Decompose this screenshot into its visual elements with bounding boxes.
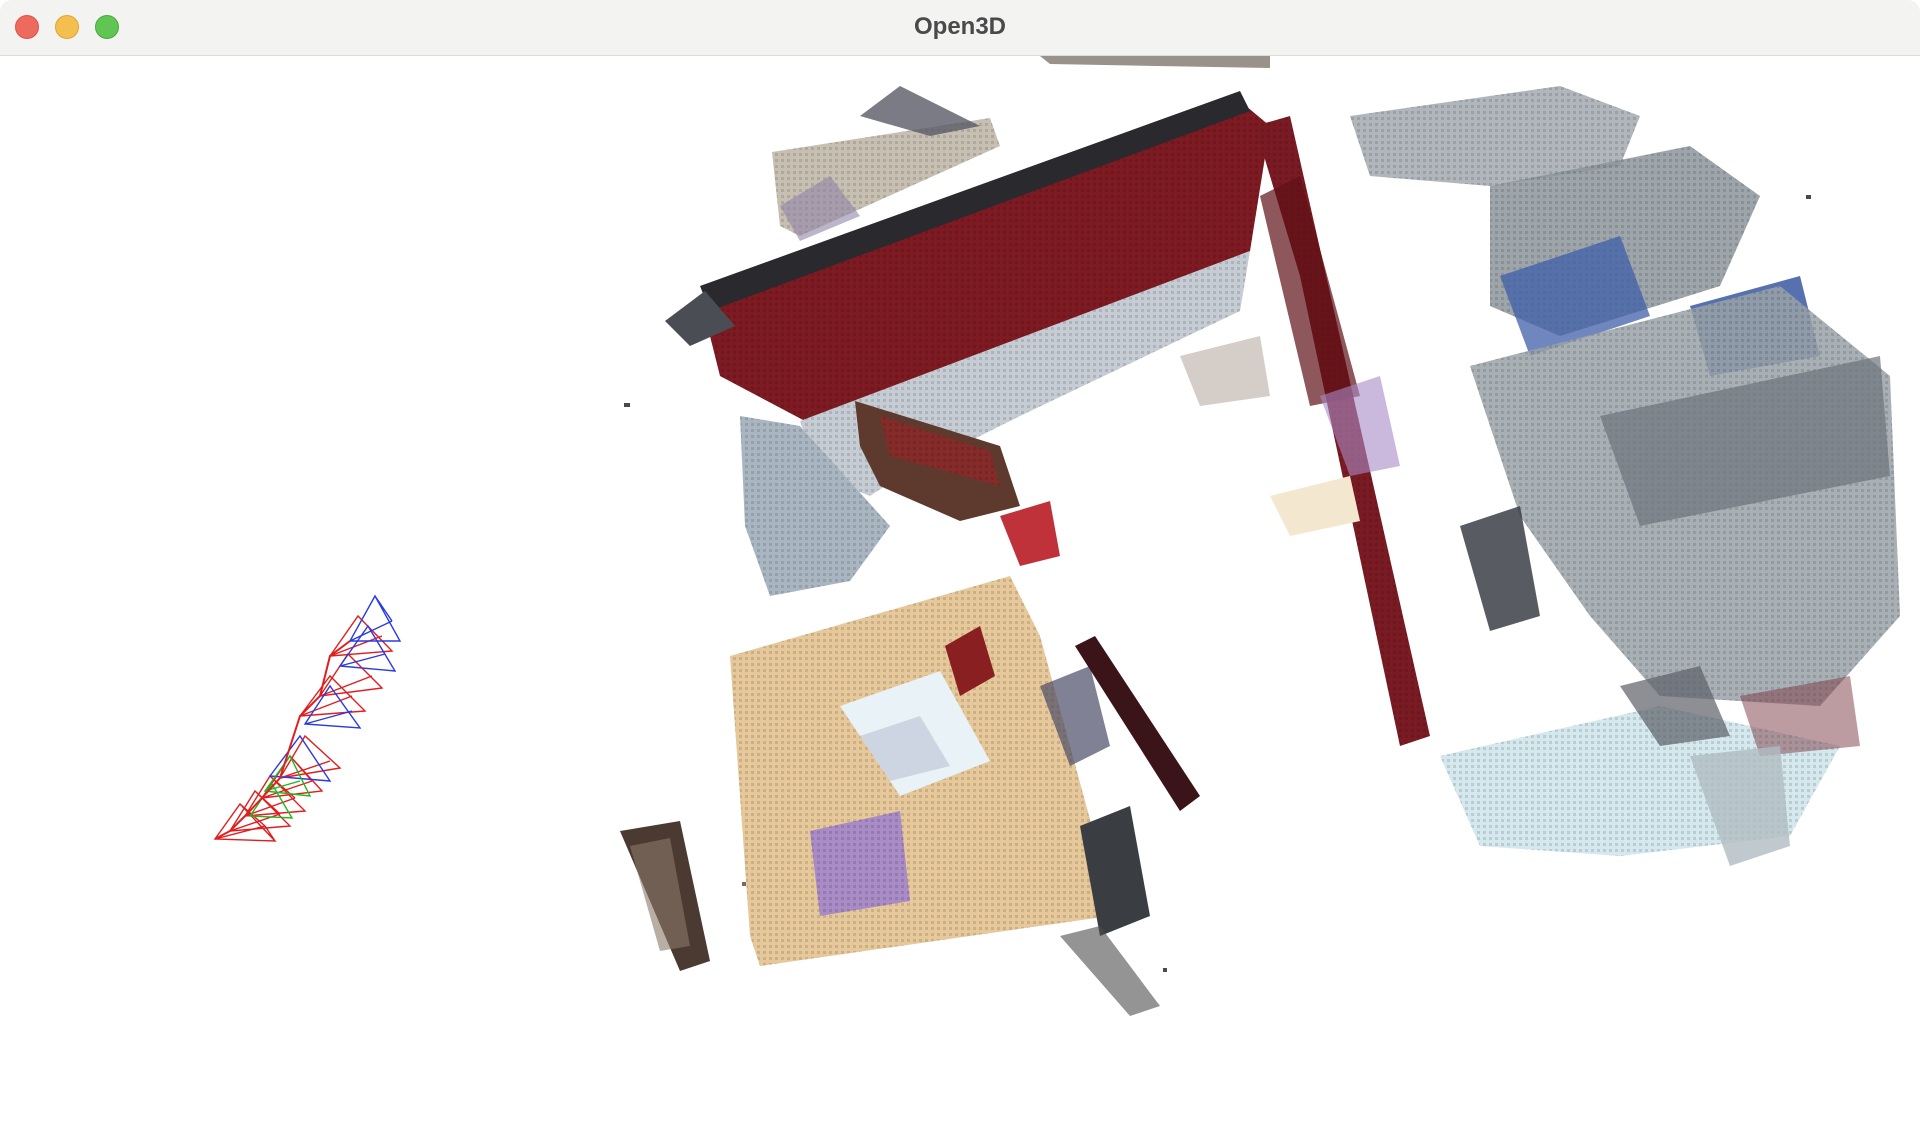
title-bar[interactable]: Open3D xyxy=(0,0,1920,56)
camera-frustums-red xyxy=(213,614,394,842)
desk-cloud xyxy=(730,576,1110,966)
chair-cloud xyxy=(620,821,710,971)
right-shelf-cloud xyxy=(1350,86,1900,866)
trajectory-path xyxy=(214,640,351,840)
camera-trajectory xyxy=(213,594,402,842)
scene-canvas[interactable] xyxy=(0,56,1920,1136)
camera-frustums-green xyxy=(248,754,312,819)
3d-viewport[interactable] xyxy=(0,56,1920,1136)
window-title: Open3D xyxy=(913,13,1006,40)
open3d-window: Open3D xyxy=(0,0,1920,1136)
